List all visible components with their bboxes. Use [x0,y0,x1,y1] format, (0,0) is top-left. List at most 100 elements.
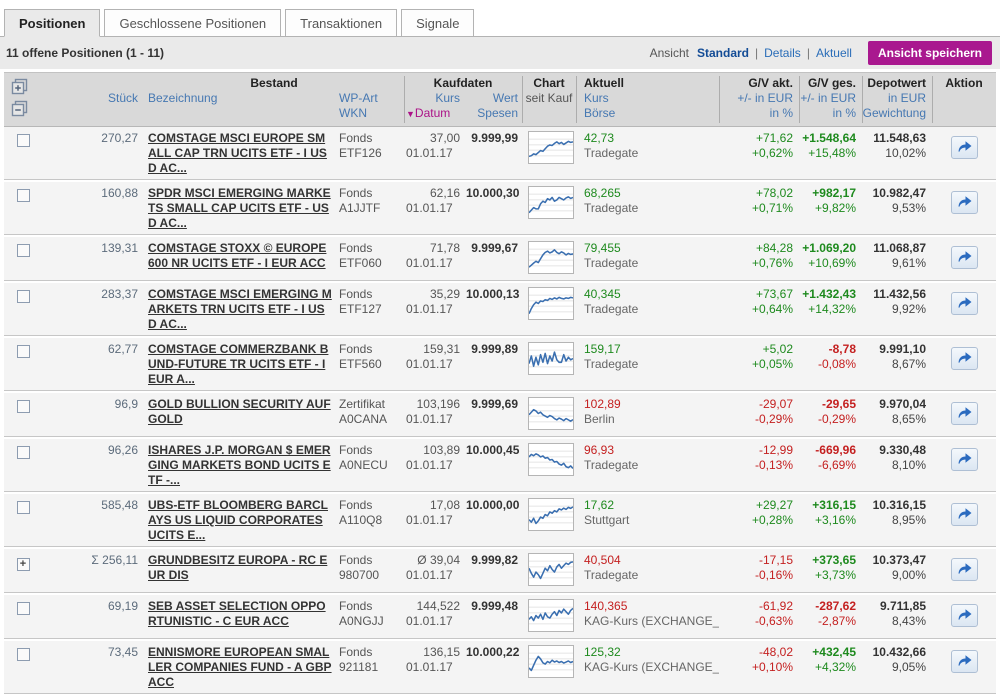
gain-loss-today-eur: -61,92 [758,599,793,613]
order-action-button[interactable] [950,136,978,159]
purchase-date: 01.01.17 [406,458,453,472]
purchase-value: 10.000,30 [466,186,520,200]
mini-chart[interactable] [528,553,574,586]
gain-loss-today-pct: +0,28% [751,513,793,527]
fund-name-link[interactable]: ISHARES J.P. MORGAN $ EMERGING MARKETS B… [148,443,331,487]
mini-chart[interactable] [528,131,574,164]
purchase-price: 159,31 [423,342,460,356]
security-type: Zertifikat [339,397,386,411]
view-aktuell-link[interactable]: Aktuell [816,46,852,60]
view-details-link[interactable]: Details [764,46,801,60]
purchase-date: 01.01.17 [406,256,453,270]
gv-ges-eur-label[interactable]: +/- in EUR [799,91,862,106]
expand-row-icon[interactable] [16,244,30,257]
collapse-all-icon[interactable] [11,100,28,117]
purchase-date: 01.01.17 [406,302,453,316]
expand-row-icon[interactable] [16,501,30,514]
purchase-value: 9.999,89 [471,342,518,356]
expand-row-icon[interactable]: + [16,558,30,571]
sort-kauf-kurs[interactable]: Kurs [404,91,466,106]
gain-loss-total-pct: +3,16% [814,513,856,527]
mini-chart[interactable] [528,498,574,531]
order-action-button[interactable] [950,347,978,370]
fund-name-link[interactable]: COMSTAGE COMMERZBANK BUND-FUTURE TR UCIT… [148,342,328,386]
expand-row-icon[interactable] [16,446,30,459]
gv-akt-pct-label[interactable]: in % [719,106,799,122]
tab-signale[interactable]: Signale [401,9,475,37]
gewichtung-label[interactable]: Gewichtung [862,106,932,122]
expand-row-icon[interactable] [16,134,30,147]
order-action-button[interactable] [950,558,978,581]
spesen-label[interactable]: Spesen [466,106,522,122]
mini-chart[interactable] [528,186,574,219]
mini-chart[interactable] [528,645,574,678]
expand-row-icon[interactable] [16,602,30,615]
fund-name-link[interactable]: COMSTAGE MSCI EMERGING MARKETS TRN UCITS… [148,287,332,331]
sort-bezeichnung[interactable]: Bezeichnung [144,91,339,106]
sort-stueck[interactable]: Stück [42,91,144,106]
position-weight: 8,67% [891,357,926,371]
expand-row-icon[interactable] [16,400,30,413]
order-action-button[interactable] [950,604,978,627]
position-weight: 8,65% [891,412,926,426]
gain-loss-total-pct: -6,69% [817,458,856,472]
tab-positionen[interactable]: Positionen [4,9,101,37]
wkn-code: A0NECU [339,458,388,472]
fund-name-link[interactable]: SEB ASSET SELECTION OPPORTUNISTIC - C EU… [148,599,326,628]
mini-chart[interactable] [528,241,574,274]
gv-akt-eur-label[interactable]: +/- in EUR [719,91,799,106]
sort-aktuell-kurs[interactable]: Kurs [576,91,719,106]
mini-chart[interactable] [528,342,574,375]
gain-loss-total-eur: +1.069,20 [802,241,856,255]
expand-row-icon[interactable] [16,290,30,303]
gain-loss-today-pct: -0,29% [754,412,793,426]
mini-chart[interactable] [528,397,574,430]
fund-name-link[interactable]: SPDR MSCI EMERGING MARKETS SMALL CAP UCI… [148,186,331,230]
expand-row-icon[interactable] [16,648,30,661]
fund-name-link[interactable]: COMSTAGE STOXX © EUROPE 600 NR UCITS ETF… [148,241,326,270]
order-action-button[interactable] [950,246,978,269]
quantity: 139,31 [101,241,138,255]
gain-loss-total-eur: -669,96 [815,443,856,457]
sort-wert[interactable]: Wert [466,91,522,106]
tab-geschlossene-positionen[interactable]: Geschlossene Positionen [104,9,282,37]
gv-ges-pct-label[interactable]: in % [799,106,862,122]
gain-loss-total-eur: -29,65 [821,397,856,411]
depot-eur-label[interactable]: in EUR [862,91,932,106]
order-action-button[interactable] [950,650,978,673]
purchase-value: 9.999,48 [471,599,518,613]
expand-all-icon[interactable] [11,78,28,95]
quantity: 69,19 [107,599,138,613]
purchase-date: 01.01.17 [406,357,453,371]
col-aktion-title: Aktion [945,76,983,90]
sort-boerse[interactable]: Börse [576,106,719,122]
exchange-name: KAG-Kurs (EXCHANGE_C... [584,614,719,628]
order-action-button[interactable] [950,191,978,214]
purchase-date: 01.01.17 [406,412,453,426]
mini-chart[interactable] [528,443,574,476]
save-view-button[interactable]: Ansicht speichern [867,41,992,65]
order-action-button[interactable] [950,448,978,471]
wkn-label[interactable]: WKN [339,106,404,122]
expand-row-icon[interactable] [16,189,30,202]
fund-name-link[interactable]: ENNISMORE EUROPEAN SMALLER COMPANIES FUN… [148,645,332,689]
table-row: 585,48 UBS-ETF BLOOMBERG BARCLAYS US LIQ… [4,494,996,547]
sort-datum-active[interactable]: ▼Datum [404,106,466,122]
tab-transaktionen[interactable]: Transaktionen [285,9,398,37]
fund-name-link[interactable]: COMSTAGE MSCI EUROPE SMALL CAP TRN UCITS… [148,131,327,175]
fund-name-link[interactable]: GRUNDBESITZ EUROPA - RC EUR DIS [148,553,327,582]
gain-loss-total-eur: -287,62 [815,599,856,613]
sort-wp-art[interactable]: WP-Art [339,91,404,106]
mini-chart[interactable] [528,599,574,632]
table-row: + Σ 256,11 GRUNDBESITZ EUROPA - RC EUR D… [4,549,996,593]
view-standard-link[interactable]: Standard [697,46,749,60]
order-action-button[interactable] [950,402,978,425]
gain-loss-total-eur: +373,65 [812,553,856,567]
expand-row-icon[interactable] [16,345,30,358]
fund-name-link[interactable]: UBS-ETF BLOOMBERG BARCLAYS US LIQUID COR… [148,498,328,542]
order-action-button[interactable] [950,503,978,526]
gain-loss-total-pct: -2,87% [817,614,856,628]
order-action-button[interactable] [950,292,978,315]
fund-name-link[interactable]: GOLD BULLION SECURITY AUF GOLD [148,397,331,426]
mini-chart[interactable] [528,287,574,320]
